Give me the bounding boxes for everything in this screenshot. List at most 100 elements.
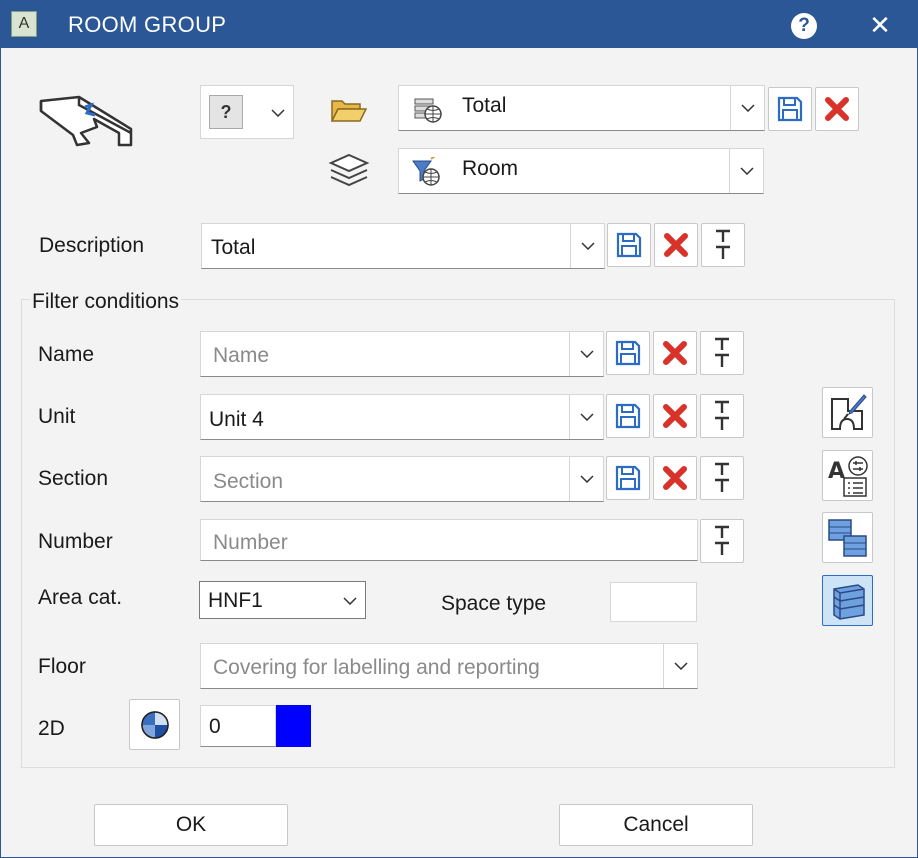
delete-favorite-button[interactable]: [815, 87, 859, 131]
chevron-down-icon: [674, 662, 688, 670]
delete-unit-button[interactable]: [653, 394, 697, 438]
room-group-preview-icon: [39, 93, 135, 149]
unknown-type-icon: ?: [209, 95, 243, 129]
space-type-label: Space type: [441, 592, 547, 615]
section-placeholder: Section: [213, 470, 284, 493]
text-tt-icon: [715, 462, 729, 492]
save-section-button[interactable]: [606, 456, 650, 500]
unit-value: Unit 4: [209, 408, 264, 431]
text-format-number-button[interactable]: [700, 519, 744, 563]
save-icon: [615, 403, 641, 429]
twod-value: 0: [209, 715, 221, 738]
delete-x-icon: [825, 97, 849, 121]
name-dropdown-arrow[interactable]: [569, 332, 603, 376]
chevron-down-icon: [740, 167, 754, 175]
favorite-combobox[interactable]: Total: [398, 85, 765, 131]
twod-label: 2D: [38, 717, 65, 740]
layers-icon[interactable]: [328, 151, 370, 193]
save-icon: [777, 96, 803, 122]
favorite-value: Total: [462, 94, 507, 117]
delete-name-button[interactable]: [653, 331, 697, 375]
delete-x-icon: [664, 233, 688, 257]
pick-room-button[interactable]: [822, 387, 873, 438]
room-stack-toggle-button[interactable]: [822, 575, 873, 626]
save-description-button[interactable]: [607, 223, 651, 267]
cancel-button[interactable]: Cancel: [559, 804, 753, 846]
copy-rooms-button[interactable]: [822, 512, 873, 563]
pick-room-icon: [830, 393, 867, 430]
twod-color-swatch[interactable]: [276, 705, 311, 747]
chevron-down-icon: [581, 242, 595, 250]
text-format-description-button[interactable]: [701, 223, 745, 267]
delete-description-button[interactable]: [654, 223, 698, 267]
floor-placeholder: Covering for labelling and reporting: [213, 656, 540, 679]
title-bar: A ROOM GROUP ? ✕: [1, 1, 917, 48]
save-icon: [616, 232, 642, 258]
text-list-options-icon: A: [828, 455, 868, 497]
name-placeholder: Name: [213, 344, 270, 367]
chevron-down-icon: [343, 597, 357, 605]
layer-combobox[interactable]: Room: [398, 148, 764, 194]
name-combobox[interactable]: Name: [200, 331, 604, 377]
text-options-button[interactable]: A: [822, 450, 873, 501]
twod-value-input[interactable]: 0: [200, 705, 276, 747]
layer-dropdown-arrow[interactable]: [729, 149, 763, 193]
save-favorite-button[interactable]: [768, 87, 812, 131]
number-placeholder: Number: [213, 531, 288, 554]
section-combobox[interactable]: Section: [200, 456, 604, 502]
space-type-input[interactable]: [610, 582, 697, 622]
description-value: Total: [211, 236, 256, 259]
floor-dropdown-arrow[interactable]: [663, 644, 697, 688]
section-dropdown-arrow[interactable]: [569, 457, 603, 501]
text-tt-icon: [715, 337, 729, 367]
floor-combobox[interactable]: Covering for labelling and reporting: [200, 643, 698, 689]
unit-dropdown-arrow[interactable]: [569, 395, 603, 439]
delete-x-icon: [663, 404, 687, 428]
text-format-name-button[interactable]: [700, 331, 744, 375]
chevron-down-icon: [580, 413, 594, 421]
room-layers-icon: [832, 583, 865, 620]
floor-label: Floor: [38, 655, 86, 678]
stacked-rooms-icon: [827, 518, 867, 557]
room-group-dialog: A ROOM GROUP ? ✕ ? Total Room Descriptio…: [0, 0, 918, 858]
folder-open-icon[interactable]: [330, 97, 368, 123]
save-icon: [615, 340, 641, 366]
area-cat-select[interactable]: HNF1: [199, 581, 366, 619]
chevron-down-icon: [271, 109, 285, 117]
delete-x-icon: [663, 466, 687, 490]
delete-section-button[interactable]: [653, 456, 697, 500]
text-tt-icon: [716, 229, 730, 259]
description-dropdown-arrow[interactable]: [570, 224, 604, 268]
area-cat-label: Area cat.: [38, 586, 123, 609]
text-format-section-button[interactable]: [700, 456, 744, 500]
text-tt-icon: [715, 525, 729, 555]
type-selector[interactable]: ?: [200, 85, 294, 139]
save-icon: [615, 465, 641, 491]
unit-label: Unit: [38, 405, 76, 428]
chevron-down-icon: [741, 104, 755, 112]
number-input[interactable]: Number: [200, 519, 698, 561]
chevron-down-icon: [580, 475, 594, 483]
help-button[interactable]: ?: [791, 13, 817, 39]
delete-x-icon: [663, 341, 687, 365]
text-format-unit-button[interactable]: [700, 394, 744, 438]
unit-combobox[interactable]: Unit 4: [200, 394, 604, 440]
favorite-dropdown-arrow[interactable]: [730, 86, 764, 130]
description-label: Description: [39, 234, 145, 257]
app-icon: A: [11, 11, 37, 37]
number-label: Number: [38, 530, 113, 553]
window-title: ROOM GROUP: [68, 12, 227, 37]
svg-text:A: A: [828, 459, 845, 484]
twod-color-picker-button[interactable]: [129, 699, 180, 750]
favorite-globe-icon: [414, 98, 442, 123]
save-unit-button[interactable]: [606, 394, 650, 438]
filter-conditions-title: Filter conditions: [30, 290, 182, 314]
room-filter-globe-icon: [412, 157, 440, 186]
close-button[interactable]: ✕: [867, 10, 893, 40]
description-combobox[interactable]: Total: [201, 223, 605, 269]
save-name-button[interactable]: [606, 331, 650, 375]
text-tt-icon: [715, 400, 729, 430]
chevron-down-icon: [580, 350, 594, 358]
ok-button[interactable]: OK: [94, 804, 288, 846]
area-cat-value: HNF1: [208, 589, 263, 612]
